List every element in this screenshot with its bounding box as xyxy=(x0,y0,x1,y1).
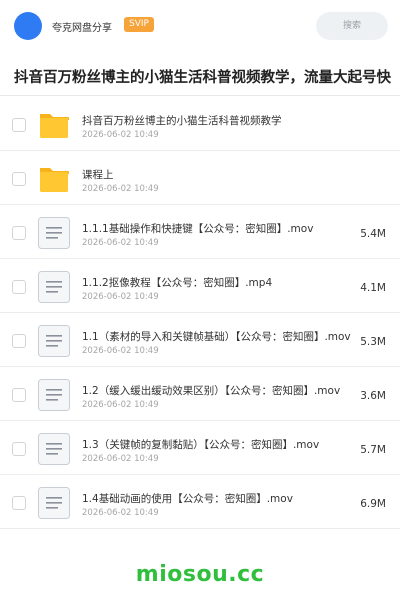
search-input[interactable]: 搜索 xyxy=(316,12,388,40)
avatar[interactable] xyxy=(14,12,42,40)
item-name[interactable]: 1.1（素材的导入和关键帧基础）【公众号：密知圈】.mov xyxy=(82,329,352,344)
item-size: 3.6M xyxy=(360,390,386,402)
select-checkbox[interactable] xyxy=(12,280,26,294)
select-checkbox[interactable] xyxy=(12,442,26,456)
folder-title-bar: 抖音百万粉丝博主的小猫生活科普视频教学，流量大起号快 xyxy=(0,54,400,96)
file-row[interactable]: 1.4基础动画的使用【公众号：密知圈】.mov 2026-06-02 10:49 6… xyxy=(0,475,400,529)
file-row[interactable]: 1.2（缓入缓出缓动效果区别）【公众号：密知圈】.mov 2026-06-02 1… xyxy=(0,367,400,421)
item-size: 5.7M xyxy=(360,444,386,456)
file-row[interactable]: 1.1.2抠像教程【公众号：密知圈】.mp4 2026-06-02 10:49 4.… xyxy=(0,259,400,313)
item-name[interactable]: 课程上 xyxy=(82,167,352,182)
select-checkbox[interactable] xyxy=(12,496,26,510)
file-icon xyxy=(37,271,71,303)
item-size: 4.1M xyxy=(360,282,386,294)
file-icon xyxy=(37,325,71,357)
file-icon xyxy=(37,379,71,411)
file-row[interactable]: 1.1.1基础操作和快捷键【公众号：密知圈】.mov 2026-06-02 10:… xyxy=(0,205,400,259)
item-date: 2026-06-02 10:49 xyxy=(82,184,159,194)
item-name[interactable]: 1.3（关键帧的复制黏贴）【公众号：密知圈】.mov xyxy=(82,437,352,452)
select-checkbox[interactable] xyxy=(12,226,26,240)
folder-row[interactable]: 抖音百万粉丝博主的小猫生活科普视频教学 2026-06-02 10:49 xyxy=(0,97,400,151)
file-icon xyxy=(37,487,71,519)
svip-badge: SVIP xyxy=(124,17,154,32)
item-name[interactable]: 1.2（缓入缓出缓动效果区别）【公众号：密知圈】.mov xyxy=(82,383,352,398)
file-icon xyxy=(37,217,71,249)
item-name[interactable]: 1.1.1基础操作和快捷键【公众号：密知圈】.mov xyxy=(82,221,352,236)
item-name[interactable]: 1.1.2抠像教程【公众号：密知圈】.mp4 xyxy=(82,275,352,290)
folder-icon xyxy=(37,163,71,195)
share-header: 夸克网盘分享 SVIP 搜索 xyxy=(0,0,400,54)
item-date: 2026-06-02 10:49 xyxy=(82,400,159,410)
item-size: 6.9M xyxy=(360,498,386,510)
folder-icon xyxy=(37,109,71,141)
select-checkbox[interactable] xyxy=(12,388,26,402)
file-row[interactable]: 1.1（素材的导入和关键帧基础）【公众号：密知圈】.mov 2026-06-02 … xyxy=(0,313,400,367)
file-row[interactable]: 1.3（关键帧的复制黏贴）【公众号：密知圈】.mov 2026-06-02 10:… xyxy=(0,421,400,475)
item-date: 2026-06-02 10:49 xyxy=(82,508,159,518)
item-date: 2026-06-02 10:49 xyxy=(82,292,159,302)
item-name[interactable]: 抖音百万粉丝博主的小猫生活科普视频教学 xyxy=(82,113,352,128)
item-date: 2026-06-02 10:49 xyxy=(82,238,159,248)
item-date: 2026-06-02 10:49 xyxy=(82,454,159,464)
select-checkbox[interactable] xyxy=(12,334,26,348)
select-checkbox[interactable] xyxy=(12,118,26,132)
share-owner-name: 夸克网盘分享 xyxy=(52,23,112,34)
item-date: 2026-06-02 10:49 xyxy=(82,346,159,356)
page-title: 抖音百万粉丝博主的小猫生活科普视频教学，流量大起号快 xyxy=(14,70,391,86)
file-icon xyxy=(37,433,71,465)
item-size: 5.3M xyxy=(360,336,386,348)
select-checkbox[interactable] xyxy=(12,172,26,186)
item-name[interactable]: 1.4基础动画的使用【公众号：密知圈】.mov xyxy=(82,491,352,506)
item-size: 5.4M xyxy=(360,228,386,240)
folder-row[interactable]: 课程上 2026-06-02 10:49 xyxy=(0,151,400,205)
file-list: 抖音百万粉丝博主的小猫生活科普视频教学 2026-06-02 10:49 课程上 20… xyxy=(0,97,400,529)
item-date: 2026-06-02 10:49 xyxy=(82,130,159,140)
site-watermark: miosou.cc xyxy=(135,562,265,587)
